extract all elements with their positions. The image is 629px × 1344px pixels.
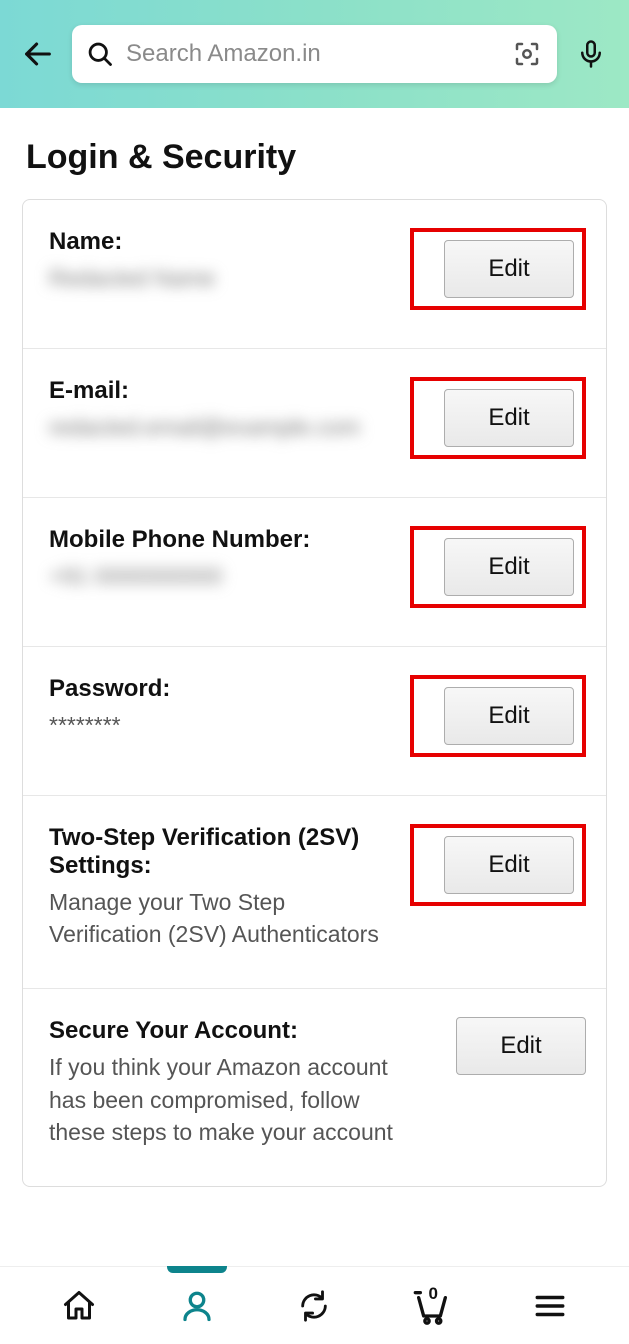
back-button[interactable] xyxy=(18,34,58,74)
bottom-nav: 0 xyxy=(0,1266,629,1344)
nav-home[interactable] xyxy=(49,1276,109,1336)
edit-name-button[interactable]: Edit xyxy=(444,240,574,298)
setting-label: Secure Your Account: xyxy=(49,1017,410,1045)
setting-value-mobile: +91 0000000000 xyxy=(49,560,394,592)
setting-value-secure: If you think your Amazon account has bee… xyxy=(49,1051,410,1148)
edit-email-button[interactable]: Edit xyxy=(444,389,574,447)
page-title: Login & Security xyxy=(0,108,629,199)
setting-row-secure: Secure Your Account: If you think your A… xyxy=(23,989,606,1186)
setting-label: E-mail: xyxy=(49,377,394,405)
search-icon xyxy=(86,40,114,68)
edit-mobile-button[interactable]: Edit xyxy=(444,538,574,596)
setting-value-name: Redacted Name xyxy=(49,262,394,294)
nav-cart[interactable]: 0 xyxy=(402,1276,462,1336)
edit-twostep-button[interactable]: Edit xyxy=(444,836,574,894)
setting-label: Name: xyxy=(49,228,394,256)
setting-value-password: ******** xyxy=(49,709,394,741)
search-bar[interactable] xyxy=(72,25,557,83)
setting-row-email: E-mail: redacted.email@example.com Edit xyxy=(23,349,606,498)
edit-secure-button[interactable]: Edit xyxy=(456,1017,586,1075)
setting-value-twostep: Manage your Two Step Verification (2SV) … xyxy=(49,886,394,950)
setting-label: Mobile Phone Number: xyxy=(49,526,394,554)
edit-password-button[interactable]: Edit xyxy=(444,687,574,745)
highlight-box: Edit xyxy=(410,526,586,608)
user-icon xyxy=(179,1288,215,1324)
arrow-left-icon xyxy=(21,37,55,71)
menu-icon xyxy=(533,1289,567,1323)
setting-value-email: redacted.email@example.com xyxy=(49,411,394,443)
microphone-icon xyxy=(576,39,606,69)
highlight-box: Edit xyxy=(410,228,586,310)
highlight-box: Edit xyxy=(410,377,586,459)
voice-search-button[interactable] xyxy=(571,34,611,74)
cart-count-badge: 0 xyxy=(428,1284,437,1304)
setting-row-twostep: Two-Step Verification (2SV) Settings: Ma… xyxy=(23,796,606,989)
refresh-icon xyxy=(297,1289,331,1323)
nav-account[interactable] xyxy=(167,1276,227,1336)
edit-wrap: Edit xyxy=(426,1017,586,1075)
nav-refresh[interactable] xyxy=(284,1276,344,1336)
home-icon xyxy=(61,1288,97,1324)
setting-row-mobile: Mobile Phone Number: +91 0000000000 Edit xyxy=(23,498,606,647)
setting-row-name: Name: Redacted Name Edit xyxy=(23,200,606,349)
setting-label: Password: xyxy=(49,675,394,703)
highlight-box: Edit xyxy=(410,824,586,906)
camera-scan-icon[interactable] xyxy=(511,38,543,70)
app-header xyxy=(0,0,629,108)
setting-label: Two-Step Verification (2SV) Settings: xyxy=(49,824,394,880)
search-input[interactable] xyxy=(126,40,499,68)
login-security-card: Name: Redacted Name Edit E-mail: redacte… xyxy=(22,199,607,1187)
setting-row-password: Password: ******** Edit xyxy=(23,647,606,796)
highlight-box: Edit xyxy=(410,675,586,757)
nav-menu[interactable] xyxy=(520,1276,580,1336)
